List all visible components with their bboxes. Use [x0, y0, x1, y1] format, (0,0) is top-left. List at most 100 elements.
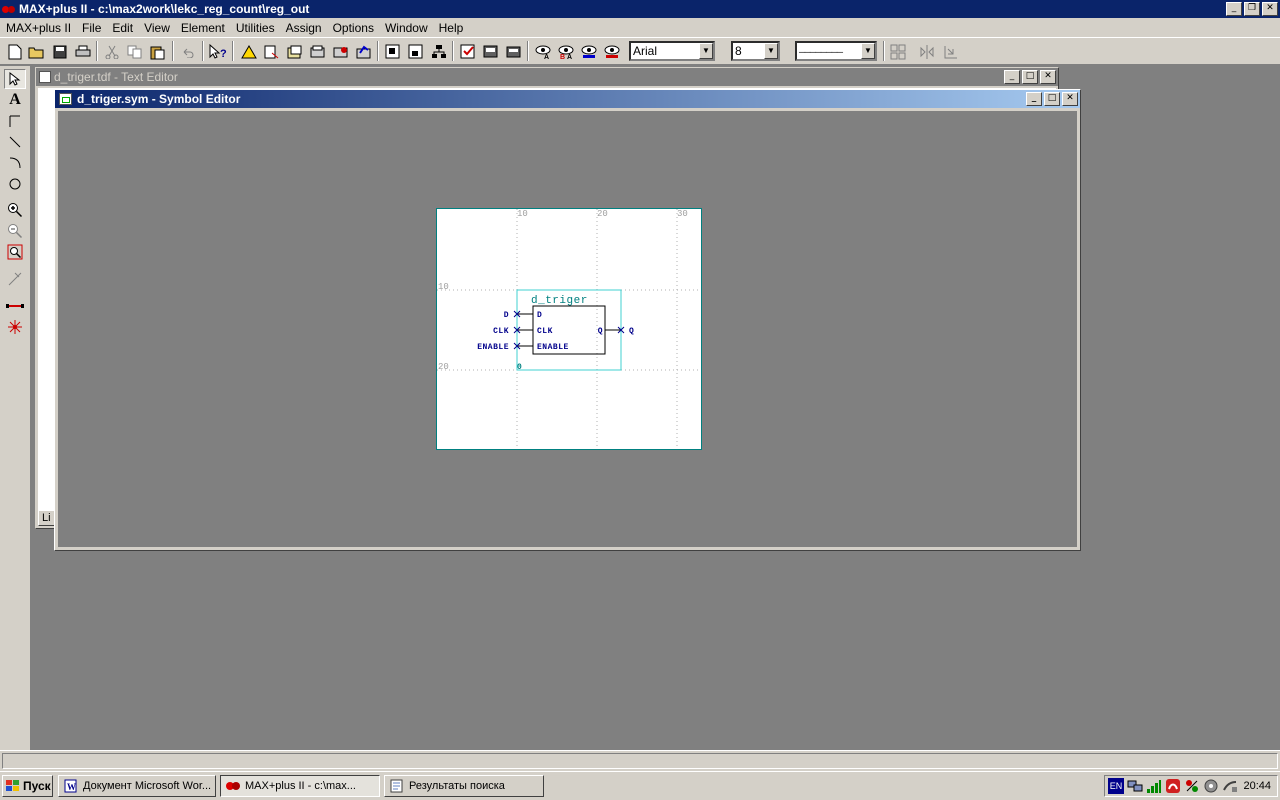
menu-edit[interactable]: Edit — [108, 21, 140, 35]
fit-in-window-icon[interactable] — [4, 242, 26, 262]
menu-window[interactable]: Window — [381, 21, 435, 35]
project-save-check-icon[interactable] — [307, 41, 328, 62]
timing-analyzer-delay-icon[interactable] — [578, 41, 599, 62]
pin-label-inner: D — [537, 311, 542, 320]
symbol-document-icon — [59, 93, 72, 105]
new-file-icon[interactable] — [4, 41, 25, 62]
symbol-canvas-area[interactable]: 10 20 30 10 20 d_triger 0 D D CLK CLK EN… — [58, 111, 1077, 547]
grid-label-top: 20 — [597, 209, 608, 219]
network-icon[interactable] — [1127, 778, 1143, 794]
pin-tool-icon[interactable] — [4, 269, 26, 289]
chevron-down-icon[interactable]: ▼ — [764, 43, 778, 59]
pin-label-outer: ENABLE — [477, 343, 509, 352]
compiler-icon[interactable] — [457, 41, 478, 62]
minimize-button[interactable]: _ — [1004, 70, 1020, 84]
open-folder-icon[interactable] — [26, 41, 47, 62]
text-tool-icon[interactable]: A — [4, 90, 26, 110]
font-size-select[interactable]: 8 ▼ — [731, 41, 780, 61]
menu-view[interactable]: View — [140, 21, 177, 35]
taskbar-button-search-results[interactable]: Результаты поиска — [384, 775, 544, 797]
connection-dots-icon[interactable] — [4, 317, 26, 337]
maximize-button[interactable]: □ — [1022, 70, 1038, 84]
print-icon[interactable] — [72, 41, 93, 62]
zoom-out-icon[interactable] — [4, 221, 26, 241]
symbol-sheet[interactable]: 10 20 30 10 20 d_triger 0 D D CLK CLK EN… — [436, 208, 702, 450]
max-plus-app-icon[interactable] — [2, 3, 16, 15]
speaker-icon[interactable] — [1203, 778, 1219, 794]
text-editor-title: d_triger.tdf - Text Editor — [54, 70, 178, 84]
paste-icon[interactable] — [147, 41, 168, 62]
pin-label-outer: D — [504, 311, 509, 320]
symbol-editor-title: d_triger.sym - Symbol Editor — [77, 92, 241, 106]
minimize-button[interactable]: _ — [1026, 92, 1042, 106]
hierarchy-up-icon[interactable] — [238, 41, 259, 62]
hierarchy-down-icon[interactable] — [261, 41, 282, 62]
timing-analyzer-setup-icon[interactable] — [601, 41, 622, 62]
symbol-editor-titlebar[interactable]: d_triger.sym - Symbol Editor _ □ ✕ — [55, 90, 1080, 108]
help-pointer-icon[interactable]: ? — [207, 41, 228, 62]
grid-lines — [437, 209, 701, 449]
menu-file[interactable]: File — [78, 21, 108, 35]
antivirus-icon[interactable] — [1165, 778, 1181, 794]
programmer-icon[interactable] — [503, 41, 524, 62]
cut-icon[interactable] — [101, 41, 122, 62]
rubberbanding-icon[interactable] — [4, 296, 26, 316]
taskbar-button-word[interactable]: W Документ Microsoft Wor... — [58, 775, 216, 797]
orthogonal-line-icon[interactable] — [4, 111, 26, 131]
usb-device-icon[interactable] — [1222, 778, 1238, 794]
close-button[interactable]: ✕ — [1040, 70, 1056, 84]
font-name-select[interactable]: Arial ▼ — [629, 41, 715, 61]
maximize-button[interactable]: □ — [1044, 92, 1060, 106]
circle-tool-icon[interactable] — [4, 174, 26, 194]
restore-button[interactable]: ❐ — [1244, 2, 1260, 16]
language-indicator[interactable]: EN — [1108, 778, 1124, 794]
close-button[interactable]: ✕ — [1262, 2, 1278, 16]
hierarchy-tree-icon[interactable] — [428, 41, 449, 62]
svg-text:A: A — [544, 54, 549, 60]
svg-text:?: ? — [220, 48, 227, 60]
floorplan-editor-icon[interactable] — [405, 41, 426, 62]
pin-label-outer: CLK — [493, 327, 509, 336]
simulator-icon[interactable] — [480, 41, 501, 62]
save-icon[interactable] — [49, 41, 70, 62]
minimize-button[interactable]: _ — [1226, 2, 1242, 16]
grid-label-top: 30 — [677, 209, 688, 219]
arc-tool-icon[interactable] — [4, 153, 26, 173]
taskbar-button-maxplus[interactable]: MAX+plus II - c:\max... — [220, 775, 380, 797]
menu-assign[interactable]: Assign — [282, 21, 329, 35]
font-name-value: Arial — [633, 44, 658, 58]
menu-options[interactable]: Options — [329, 21, 381, 35]
rotate-icon[interactable] — [939, 41, 960, 62]
flip-horizontal-icon[interactable] — [916, 41, 937, 62]
undo-icon[interactable] — [177, 41, 198, 62]
timing-analyzer-ba-icon[interactable]: BA — [555, 41, 576, 62]
timing-analyzer-a-icon[interactable]: A — [532, 41, 553, 62]
project-compile-icon[interactable] — [330, 41, 351, 62]
menu-utilities[interactable]: Utilities — [232, 21, 282, 35]
clock[interactable]: 20:44 — [1243, 780, 1277, 792]
copy-icon[interactable] — [124, 41, 145, 62]
menu-help[interactable]: Help — [435, 21, 471, 35]
menu-element[interactable]: Element — [177, 21, 232, 35]
project-set-icon[interactable] — [284, 41, 305, 62]
diagonal-line-icon[interactable] — [4, 132, 26, 152]
hierarchy-display-icon[interactable] — [382, 41, 403, 62]
menu-bar: MAX+plus II File Edit View Element Utili… — [0, 18, 1280, 37]
line-style-select[interactable]: ──────── ▼ — [795, 41, 877, 61]
zoom-in-icon[interactable] — [4, 200, 26, 220]
taskbar: Пуск W Документ Microsoft Wor... MAX+plu… — [0, 771, 1280, 800]
signal-strength-icon[interactable] — [1146, 778, 1162, 794]
grid-toggle-icon[interactable] — [887, 41, 908, 62]
text-editor-titlebar[interactable]: d_triger.tdf - Text Editor _ □ ✕ — [36, 68, 1058, 86]
selection-arrow-icon[interactable] — [4, 69, 26, 89]
menu-maxplus[interactable]: MAX+plus II — [2, 21, 78, 35]
close-button[interactable]: ✕ — [1062, 92, 1078, 106]
project-simulate-icon[interactable] — [353, 41, 374, 62]
chevron-down-icon[interactable]: ▼ — [861, 43, 875, 59]
start-button[interactable]: Пуск — [2, 775, 53, 797]
symbol-editor-window[interactable]: d_triger.sym - Symbol Editor _ □ ✕ 10 20… — [54, 89, 1081, 551]
taskbar-button-label: MAX+plus II - c:\max... — [245, 780, 356, 792]
search-results-icon — [390, 779, 403, 793]
chevron-down-icon[interactable]: ▼ — [699, 43, 713, 59]
tray-app-icon[interactable] — [1184, 778, 1200, 794]
